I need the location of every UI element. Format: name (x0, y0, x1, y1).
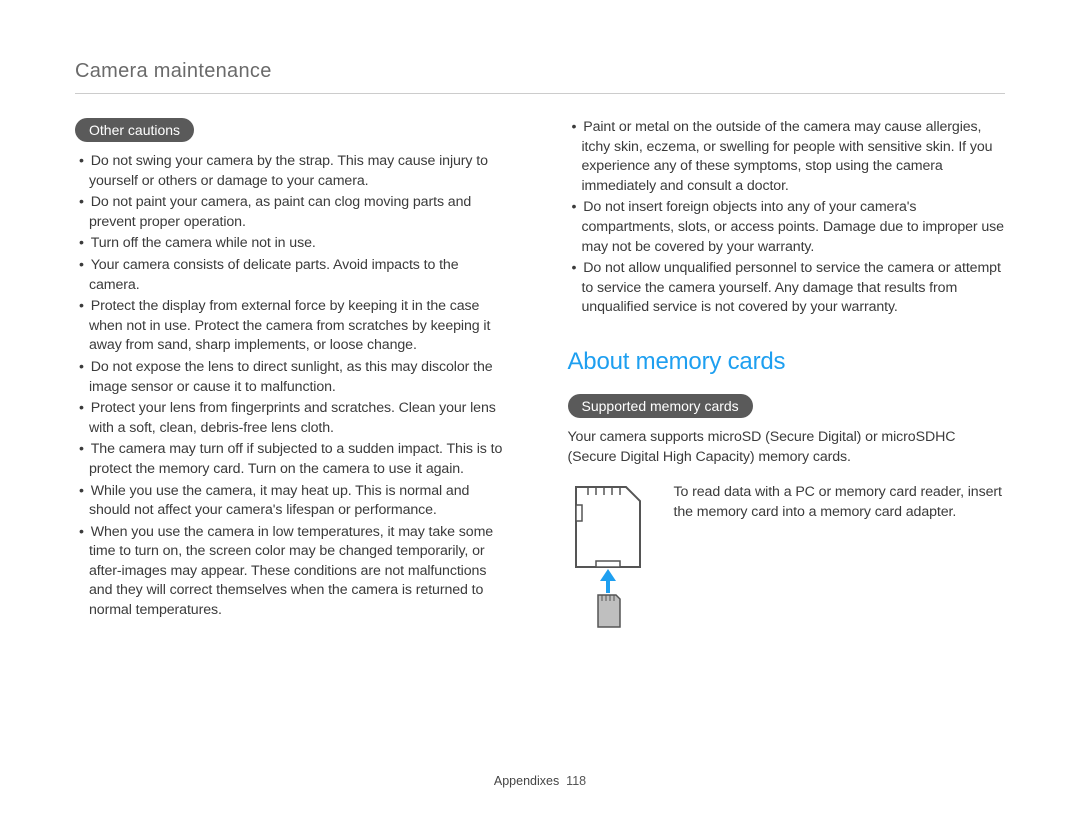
page-footer: Appendixes 118 (0, 774, 1080, 788)
two-column-layout: Other cautions Do not swing your camera … (75, 118, 1005, 641)
supported-memory-text: Your camera supports microSD (Secure Dig… (568, 428, 1006, 467)
other-cautions-list: Do not swing your camera by the strap. T… (75, 152, 513, 621)
list-item: Protect the display from external force … (75, 297, 513, 356)
list-item: Do not swing your camera by the strap. T… (75, 152, 513, 191)
list-item: Do not allow unqualified personnel to se… (568, 259, 1006, 318)
about-memory-cards-heading: About memory cards (568, 348, 1006, 376)
list-item: Do not paint your camera, as paint can c… (75, 193, 513, 232)
adapter-row: To read data with a PC or memory card re… (568, 481, 1006, 636)
list-item: When you use the camera in low temperatu… (75, 523, 513, 621)
list-item: Paint or metal on the outside of the cam… (568, 118, 1006, 196)
memory-card-adapter-illustration (568, 481, 656, 636)
list-item: Protect your lens from fingerprints and … (75, 399, 513, 438)
list-item: Do not insert foreign objects into any o… (568, 198, 1006, 257)
list-item: While you use the camera, it may heat up… (75, 482, 513, 521)
list-item: The camera may turn off if subjected to … (75, 440, 513, 479)
supported-memory-cards-pill: Supported memory cards (568, 394, 753, 418)
right-column: Paint or metal on the outside of the cam… (568, 118, 1006, 641)
footer-page-number: 118 (566, 774, 586, 788)
page-title: Camera maintenance (75, 60, 1005, 94)
footer-section-label: Appendixes (494, 774, 559, 788)
left-column: Other cautions Do not swing your camera … (75, 118, 513, 641)
list-item: Your camera consists of delicate parts. … (75, 256, 513, 295)
list-item: Do not expose the lens to direct sunligh… (75, 358, 513, 397)
adapter-instruction-text: To read data with a PC or memory card re… (674, 481, 1006, 522)
list-item: Turn off the camera while not in use. (75, 234, 513, 254)
right-cautions-list: Paint or metal on the outside of the cam… (568, 118, 1006, 318)
other-cautions-pill: Other cautions (75, 118, 194, 142)
